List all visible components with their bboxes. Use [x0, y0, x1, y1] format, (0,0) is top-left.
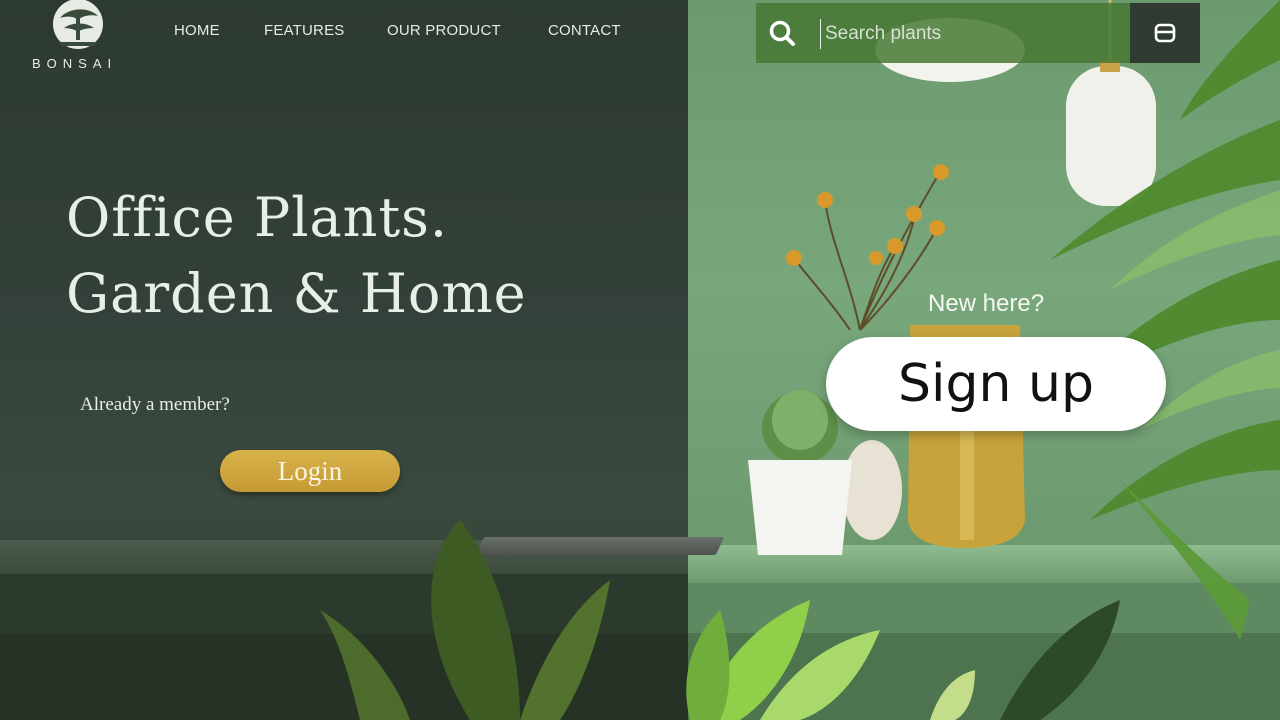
white-vase — [842, 440, 902, 540]
cart-icon — [1154, 23, 1176, 43]
hero-title-line-1: Office Plants. — [66, 186, 449, 249]
search-field — [756, 3, 1130, 63]
brand-name: BONSAI — [32, 56, 118, 71]
hero-title: Office Plants. Garden & Home — [66, 180, 527, 332]
hero-title-line-2: Garden & Home — [66, 262, 527, 325]
brand-logo[interactable]: BONSAI — [30, 0, 130, 74]
nav-our-product[interactable]: OUR PRODUCT — [387, 22, 501, 39]
new-here-prompt: New here? — [928, 290, 1045, 317]
login-button[interactable]: Login — [220, 450, 400, 492]
nav-contact[interactable]: CONTACT — [548, 22, 621, 39]
member-prompt: Already a member? — [80, 394, 230, 415]
cactus-pot — [748, 390, 852, 555]
search-bar — [756, 3, 1200, 63]
search-input[interactable] — [820, 19, 1117, 49]
search-icon[interactable] — [768, 19, 796, 47]
nav-home[interactable]: HOME — [174, 22, 220, 39]
signup-button[interactable]: Sign up — [826, 337, 1166, 431]
foreground-leaves — [320, 520, 1120, 720]
berry-branches — [793, 171, 941, 331]
bonsai-tree-icon — [53, 0, 103, 49]
nav-features[interactable]: FEATURES — [264, 22, 345, 39]
cart-button[interactable] — [1130, 3, 1200, 63]
